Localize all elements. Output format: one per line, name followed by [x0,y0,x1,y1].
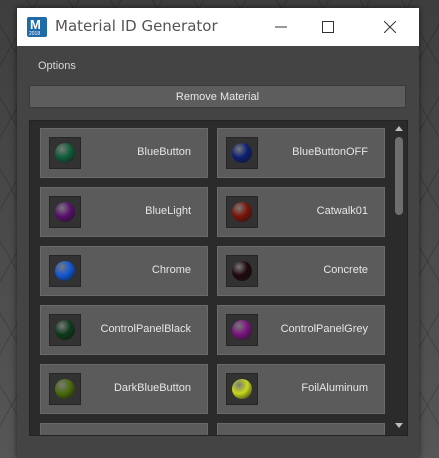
maximize-button[interactable] [305,8,351,46]
material-sphere-icon [232,379,252,399]
material-card[interactable]: BlueLight [40,187,208,237]
minimize-icon [275,26,287,28]
close-button[interactable] [367,8,413,46]
remove-material-button[interactable]: Remove Material [29,85,406,108]
material-sphere-icon [55,202,75,222]
material-name: Catwalk01 [316,205,368,217]
material-card[interactable]: BlueButtonOFF [217,128,385,178]
material-card[interactable]: Chrome [40,246,208,296]
material-sphere-icon [55,379,75,399]
material-card[interactable] [217,423,385,435]
scroll-up-arrow-icon[interactable] [395,126,403,131]
material-name: ControlPanelGrey [280,323,368,335]
material-name: BlueButtonOFF [292,146,368,158]
material-id-generator-window: M 2018 Material ID Generator Options Rem… [17,8,419,458]
material-sphere-icon [232,202,252,222]
material-card[interactable]: FoilAluminum [217,364,385,414]
material-swatch [226,196,258,228]
vertical-scrollbar[interactable] [393,123,405,433]
scrollbar-thumb[interactable] [395,137,403,215]
material-card[interactable]: Catwalk01 [217,187,385,237]
material-swatch [49,255,81,287]
material-name: ControlPanelBlack [100,323,192,335]
material-swatch [49,314,81,346]
material-swatch [226,137,258,169]
material-name: BlueButton [137,146,191,158]
window-title: Material ID Generator [55,17,218,35]
menu-bar: Options [17,54,419,80]
title-bar[interactable]: M 2018 Material ID Generator [17,8,419,46]
material-card[interactable] [40,423,208,435]
maximize-icon [322,21,334,33]
material-sphere-icon [232,143,252,163]
material-swatch [49,373,81,405]
material-swatch [226,255,258,287]
minimize-button[interactable] [258,8,304,46]
material-name: DarkBlueButton [113,382,191,394]
maya-app-icon: M 2018 [27,17,47,37]
material-card[interactable]: ControlPanelBlack [40,305,208,355]
material-sphere-icon [232,320,252,340]
material-name: BlueLight [145,205,191,217]
material-sphere-icon [55,143,75,163]
scroll-down-arrow-icon[interactable] [395,423,403,428]
material-swatch [226,314,258,346]
material-swatch [226,373,258,405]
material-swatch [49,137,81,169]
material-sphere-icon [55,261,75,281]
material-name: Concrete [323,264,368,276]
material-card[interactable]: DarkBlueButton [40,364,208,414]
material-sphere-icon [232,261,252,281]
material-card[interactable]: ControlPanelGrey [217,305,385,355]
material-sphere-icon [55,320,75,340]
material-swatch [49,196,81,228]
material-card[interactable]: BlueButton [40,128,208,178]
material-name: Chrome [151,264,191,276]
menu-options[interactable]: Options [38,60,76,72]
materials-scroll-panel[interactable]: BlueButton BlueButtonOFF BlueLight Catwalk0… [29,120,408,436]
material-card[interactable]: Concrete [217,246,385,296]
material-name: FoilAluminum [301,382,368,394]
close-icon [384,21,396,33]
